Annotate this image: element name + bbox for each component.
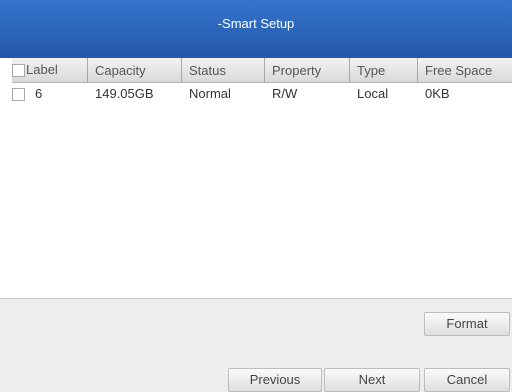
cell-label-text: 6 (35, 86, 43, 101)
column-header-status[interactable]: Status (181, 58, 264, 82)
cell-type: Local (357, 86, 389, 101)
column-header-capacity[interactable]: Capacity (87, 58, 181, 82)
format-button[interactable]: Format (424, 312, 510, 336)
column-header-property[interactable]: Property (264, 58, 349, 82)
column-header-free-space[interactable]: Free Space (417, 58, 512, 82)
row-checkbox[interactable] (12, 87, 25, 101)
next-button[interactable]: Next (324, 368, 420, 392)
cell-capacity: 149.05GB (95, 86, 154, 101)
table-row[interactable]: 6 149.05GB Normal R/W Local 0KB (12, 84, 512, 104)
cell-status: Normal (189, 86, 231, 101)
table-header: Label Capacity Status Property Type Free… (12, 58, 512, 83)
previous-button[interactable]: Previous (228, 368, 322, 392)
window-title: -Smart Setup (217, 16, 295, 31)
column-header-label-text: Label (26, 62, 58, 77)
cell-free-space: 0KB (425, 86, 450, 101)
cell-label: 6 (12, 84, 87, 104)
setup-panel: Label Capacity Status Property Type Free… (0, 58, 512, 392)
column-header-type[interactable]: Type (349, 58, 417, 82)
cell-property: R/W (272, 86, 298, 101)
title-bar: -Smart Setup (0, 0, 512, 58)
disk-table: Label Capacity Status Property Type Free… (0, 58, 512, 299)
cancel-button[interactable]: Cancel (424, 368, 510, 392)
column-header-label[interactable]: Label (12, 58, 87, 82)
select-all-checkbox[interactable] (12, 63, 25, 77)
